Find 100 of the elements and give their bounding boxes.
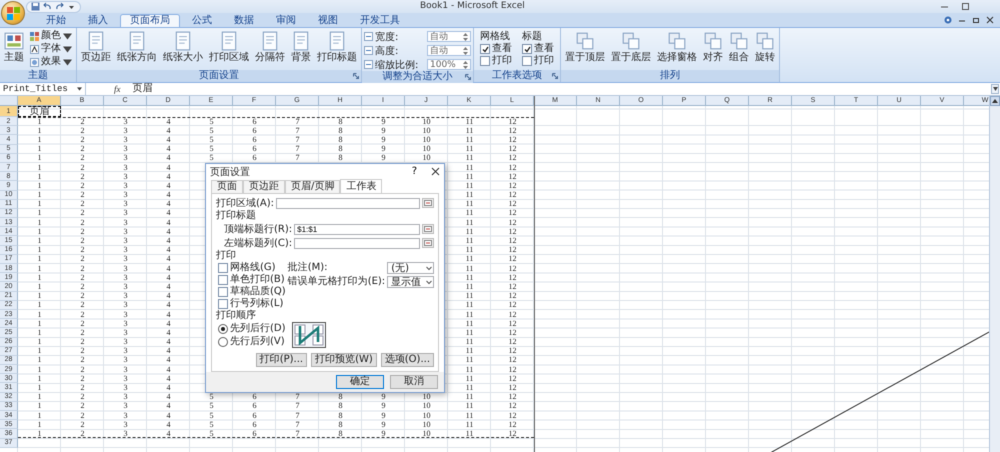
close-button[interactable] [431, 167, 440, 176]
checkbox[interactable]: 查看 [480, 43, 512, 55]
themes-button[interactable]: 主题 [2, 30, 26, 65]
ribbon-button[interactable]: 置于顶层 [563, 30, 607, 65]
print-area-field[interactable] [276, 198, 420, 208]
table-cell: 11 [466, 154, 474, 162]
table-cell: 12 [508, 338, 516, 346]
table-cell: 11 [466, 338, 474, 346]
ribbon-tab[interactable]: 数据 [224, 14, 264, 27]
theme-option-button[interactable]: 效果 [28, 56, 74, 68]
launcher-icon[interactable] [353, 73, 359, 79]
launcher-icon[interactable] [465, 74, 471, 80]
table-cell: 6 [252, 412, 256, 420]
checkbox[interactable]: 查看 [522, 43, 554, 55]
radio-button[interactable]: 先行后列(V) [218, 335, 286, 348]
table-cell: 11 [466, 255, 474, 264]
table-cell: 1 [38, 164, 42, 172]
effects-icon [30, 58, 39, 66]
undo-icon[interactable] [43, 2, 52, 11]
dialog-button[interactable]: 打印(P)... [256, 353, 308, 367]
table-cell: 4 [166, 118, 170, 126]
collapse-dialog-button[interactable] [422, 238, 434, 248]
ribbon-button[interactable]: 背景 [289, 30, 313, 65]
caret-icon [992, 99, 998, 103]
theme-option-button[interactable]: 字体 [28, 43, 74, 55]
cancel-button[interactable]: 取消 [390, 375, 438, 389]
redo-icon[interactable] [55, 2, 64, 11]
table-cell: 6 [252, 136, 256, 144]
table-cell: 8 [338, 412, 342, 420]
ribbon-button[interactable]: 选择窗格 [655, 30, 699, 65]
table-cell: 12 [508, 347, 516, 356]
table-cell: 6 [252, 393, 256, 402]
scale-field[interactable]: 100% [427, 59, 471, 70]
launcher-icon[interactable] [552, 73, 558, 79]
ribbon-button[interactable]: 分隔符 [253, 30, 287, 65]
table-cell: 4 [166, 182, 170, 190]
ribbon-tab[interactable]: 公式 [182, 14, 222, 27]
checkbox[interactable]: 单色打印(B) [218, 274, 286, 286]
ribbon-button[interactable]: 组合 [727, 30, 751, 65]
ribbon-button[interactable]: 打印区域 [207, 30, 251, 65]
radio-button[interactable]: 先列后行(D) [218, 322, 286, 335]
help-button[interactable]: ? [412, 166, 417, 177]
scale-field[interactable]: 自动 [427, 45, 471, 56]
ribbon-tab[interactable]: 页面布局 [120, 14, 180, 27]
table-cell: 1 [38, 393, 42, 402]
scale-field[interactable]: 自动 [427, 31, 471, 42]
table-cell: 6 [252, 430, 256, 438]
table-cell: 4 [166, 384, 170, 392]
insert-function-button[interactable]: fx [110, 84, 124, 94]
save-icon[interactable] [31, 2, 40, 11]
table-cell: 4 [166, 218, 170, 227]
ribbon-tab[interactable]: 开始 [36, 14, 76, 27]
table-cell: 11 [466, 172, 474, 181]
table-cell: 11 [466, 264, 474, 273]
title-rows-field[interactable]: $1:$1 [294, 224, 420, 234]
ribbon-button[interactable]: 页边距 [79, 30, 113, 65]
scrollbar[interactable] [989, 96, 1000, 452]
ribbon-button[interactable]: 打印标题 [315, 30, 359, 65]
collapse-dialog-button[interactable] [422, 198, 434, 208]
table-cell: 4 [166, 301, 170, 310]
ok-button[interactable]: 确定 [336, 375, 384, 389]
ribbon-button[interactable]: 对齐 [701, 30, 725, 65]
ribbon-button[interactable]: 纸张方向 [115, 30, 159, 65]
ribbon-tab[interactable]: 开发工具 [350, 14, 410, 27]
title-columns-field[interactable] [294, 238, 420, 248]
help-icon[interactable] [944, 16, 952, 24]
table-cell: 3 [124, 182, 128, 190]
ribbon-button[interactable]: 置于底层 [609, 30, 653, 65]
checkbox[interactable]: 打印 [480, 55, 512, 67]
comments-dropdown[interactable]: (无) [387, 262, 434, 274]
expand-formula-button[interactable] [991, 84, 999, 94]
table-cell: 4 [166, 356, 170, 364]
dialog-tab[interactable]: 页面 [211, 180, 243, 193]
checkbox[interactable]: 草稿品质(Q) [218, 286, 286, 298]
ribbon-tab[interactable]: 插入 [78, 14, 118, 27]
table-cell: 1 [38, 292, 42, 300]
table-cell: 2 [80, 118, 84, 126]
dialog-tab[interactable]: 页边距 [243, 180, 285, 193]
scroll-up-button[interactable] [990, 96, 1000, 106]
checkbox[interactable]: 行号列标(L) [218, 298, 286, 310]
close-icon[interactable] [986, 16, 994, 24]
ribbon-tab[interactable]: 审阅 [266, 14, 306, 27]
table-cell: 9 [382, 412, 386, 420]
theme-option-button[interactable]: 颜色 [28, 30, 74, 42]
table-cell: 1 [38, 154, 42, 162]
dialog-button[interactable]: 选项(O)... [380, 353, 434, 367]
ribbon-button[interactable]: 旋转 [753, 30, 777, 65]
collapse-dialog-button[interactable] [422, 224, 434, 234]
table-cell: 12 [508, 145, 516, 154]
dialog-tab[interactable]: 页眉/页脚 [285, 180, 340, 193]
ribbon-tab[interactable]: 视图 [308, 14, 348, 27]
checkbox[interactable]: 打印 [522, 55, 554, 67]
errors-dropdown[interactable]: 显示值 [387, 276, 434, 288]
checkbox[interactable]: 网格线(G) [218, 262, 286, 274]
dialog-button[interactable]: 打印预览(W) [311, 353, 377, 367]
table-cell: 1 [38, 430, 42, 438]
table-cell: 3 [124, 145, 128, 154]
ribbon-button[interactable]: 纸张大小 [161, 30, 205, 65]
field-label: 左端标题列(C): [224, 236, 292, 250]
dialog-tab[interactable]: 工作表 [340, 179, 382, 193]
